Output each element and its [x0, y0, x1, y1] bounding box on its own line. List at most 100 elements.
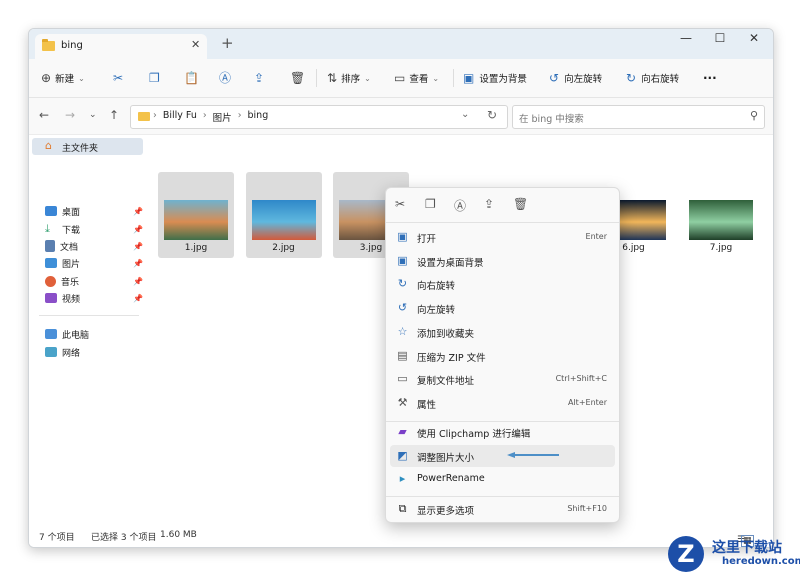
file-name: 7.jpg — [709, 243, 733, 253]
address-row: ← → ⌄ ↑ › Billy Fu › 图片 › bing ⌄ ↻ 在 bin… — [29, 98, 773, 135]
sidebar-item-videos[interactable]: 视频 📌 — [45, 290, 143, 306]
menu-item-label: 压缩为 ZIP 文件 — [417, 352, 486, 364]
menu-item[interactable]: ↺ 向左旋转 — [390, 297, 615, 319]
up-arrow-icon[interactable]: ↑ — [109, 108, 119, 122]
menu-item[interactable]: ☆ 添加到收藏夹 — [390, 321, 615, 343]
menu-divider — [386, 222, 619, 223]
more-button[interactable]: ··· — [703, 69, 717, 87]
image-thumbnail — [251, 200, 316, 240]
share-button[interactable]: ⇪ — [254, 69, 264, 87]
file-item[interactable]: 1.jpg — [158, 172, 234, 258]
close-button[interactable]: ✕ — [739, 31, 769, 45]
tab-close-icon[interactable]: ✕ — [191, 38, 200, 51]
sidebar-item-home[interactable]: ⌂ 主文件夹 — [32, 138, 143, 155]
rename-button[interactable]: Ⓐ — [219, 69, 231, 87]
menu-item-label: 向右旋转 — [417, 281, 456, 293]
recent-chevron-icon[interactable]: ⌄ — [89, 110, 97, 120]
sort-label: 排序 — [341, 74, 361, 85]
watermark-logo: Z — [668, 536, 704, 572]
share-icon[interactable]: ⇪ — [484, 197, 494, 211]
menu-item[interactable]: ◩ 调整图片大小 — [390, 444, 615, 467]
file-name: 1.jpg — [184, 243, 208, 253]
sidebar-item-this-pc[interactable]: 此电脑 — [45, 326, 89, 342]
back-arrow-icon[interactable]: ← — [39, 108, 49, 122]
clipboard-icon: 📋 — [184, 71, 199, 85]
copy-button[interactable]: ❐ — [149, 69, 160, 87]
file-item[interactable]: 7.jpg — [683, 172, 759, 258]
tab-bing[interactable]: bing ✕ — [35, 34, 207, 59]
rotate-right-icon: ↻ — [626, 71, 637, 85]
sidebar-item-music[interactable]: 音乐 📌 — [45, 273, 143, 289]
sidebar-item-desktop[interactable]: 桌面 📌 — [45, 203, 143, 219]
rotate-left-label: 向左旋转 — [564, 74, 603, 85]
sidebar-home-label: 主文件夹 — [62, 144, 99, 154]
menu-item[interactable]: ▭ 复制文件地址 Ctrl+Shift+C — [390, 368, 615, 390]
search-box[interactable]: 在 bing 中搜索 ⚲ — [512, 105, 765, 129]
chevron-down-icon[interactable]: ⌄ — [461, 109, 469, 120]
menu-item-label: 使用 Clipchamp 进行编辑 — [417, 429, 531, 440]
view-icon: ▭ — [394, 71, 406, 85]
menu-item[interactable]: ▣ 设置为桌面背景 — [390, 250, 615, 272]
sidebar-item-label: 此电脑 — [62, 330, 90, 341]
status-bar: 7 个项目 已选择 3 个项目 1.60 MB ☰ ▦ — [29, 525, 773, 547]
powerrename-icon: ▸ — [399, 472, 406, 486]
maximize-button[interactable]: ☐ — [705, 31, 735, 45]
view-label: 查看 — [409, 74, 429, 85]
sidebar-item-network[interactable]: 网络 — [45, 344, 80, 360]
rename-icon: Ⓐ — [219, 71, 232, 85]
sidebar-item-label: 桌面 — [62, 207, 81, 218]
set-background-button[interactable]: ▣ 设置为背景 — [463, 69, 527, 87]
rotate-left-icon: ↺ — [397, 301, 408, 315]
trash-icon[interactable]: 🗑 — [513, 197, 528, 211]
menu-item[interactable]: ▸ PowerRename — [390, 468, 615, 490]
menu-item[interactable]: ▰ 使用 Clipchamp 进行编辑 — [390, 421, 615, 443]
zip-icon: ▤ — [397, 348, 408, 362]
pin-icon: 📌 — [133, 293, 143, 303]
cut-icon[interactable]: ✂ — [395, 197, 405, 211]
sidebar-item-downloads[interactable]: ⤓ 下载 📌 — [45, 221, 143, 237]
breadcrumb-item[interactable]: 图片 — [213, 110, 232, 124]
breadcrumb: › Billy Fu › 图片 › bing — [153, 110, 268, 124]
new-label: 新建 — [55, 74, 75, 85]
scissors-icon: ✂ — [113, 71, 124, 85]
cut-button[interactable]: ✂ — [113, 69, 123, 87]
document-icon — [45, 240, 55, 252]
menu-item-label: 属性 — [417, 399, 437, 411]
copy-icon[interactable]: ❐ — [425, 197, 436, 211]
folder-icon — [42, 39, 55, 51]
sidebar-item-pictures[interactable]: 图片 📌 — [45, 255, 143, 271]
address-bar[interactable]: › Billy Fu › 图片 › bing ⌄ ↻ — [130, 105, 508, 129]
wallpaper-icon: ▣ — [463, 71, 475, 85]
menu-item-more-options[interactable]: ⧉ 显示更多选项 Shift+F10 — [390, 498, 615, 520]
sidebar-item-label: 音乐 — [61, 277, 80, 288]
menu-item-shortcut: Ctrl+Shift+C — [555, 374, 607, 384]
sidebar-item-label: 文档 — [60, 242, 79, 253]
file-item[interactable]: 2.jpg — [245, 172, 322, 258]
view-button[interactable]: ▭ 查看 ⌄ — [394, 69, 439, 87]
sidebar-item-documents[interactable]: 文档 📌 — [45, 238, 143, 254]
menu-item[interactable]: ↻ 向右旋转 — [390, 273, 615, 295]
new-button[interactable]: ⊕ 新建 ⌄ — [41, 69, 85, 87]
rename-icon[interactable]: Ⓐ — [454, 197, 466, 214]
rotate-right-button[interactable]: ↻ 向右旋转 — [626, 69, 679, 87]
pin-icon: 📌 — [133, 241, 143, 251]
share-icon: ⇪ — [254, 71, 265, 85]
refresh-icon[interactable]: ↻ — [487, 108, 497, 122]
menu-item[interactable]: ▣ 打开 Enter — [390, 226, 615, 248]
breadcrumb-item[interactable]: Billy Fu — [163, 110, 197, 124]
breadcrumb-item[interactable]: bing — [248, 110, 269, 124]
copy-icon: ❐ — [149, 71, 160, 85]
menu-item[interactable]: ▤ 压缩为 ZIP 文件 — [390, 345, 615, 367]
watermark-url: heredown.com — [722, 556, 800, 567]
menu-item[interactable]: ⚒ 属性 Alt+Enter — [390, 392, 615, 414]
sort-button[interactable]: ⇅ 排序 ⌄ — [327, 69, 371, 87]
delete-button[interactable]: 🗑 — [290, 69, 305, 87]
minimize-button[interactable]: — — [671, 31, 701, 45]
rotate-left-button[interactable]: ↺ 向左旋转 — [549, 69, 602, 87]
forward-arrow-icon[interactable]: → — [65, 108, 75, 122]
trash-icon: 🗑 — [290, 71, 306, 85]
new-tab-button[interactable]: + — [221, 34, 234, 52]
sidebar-item-label: 视频 — [62, 294, 81, 305]
paste-button[interactable]: 📋 — [184, 69, 199, 87]
home-icon: ⌂ — [45, 139, 52, 152]
